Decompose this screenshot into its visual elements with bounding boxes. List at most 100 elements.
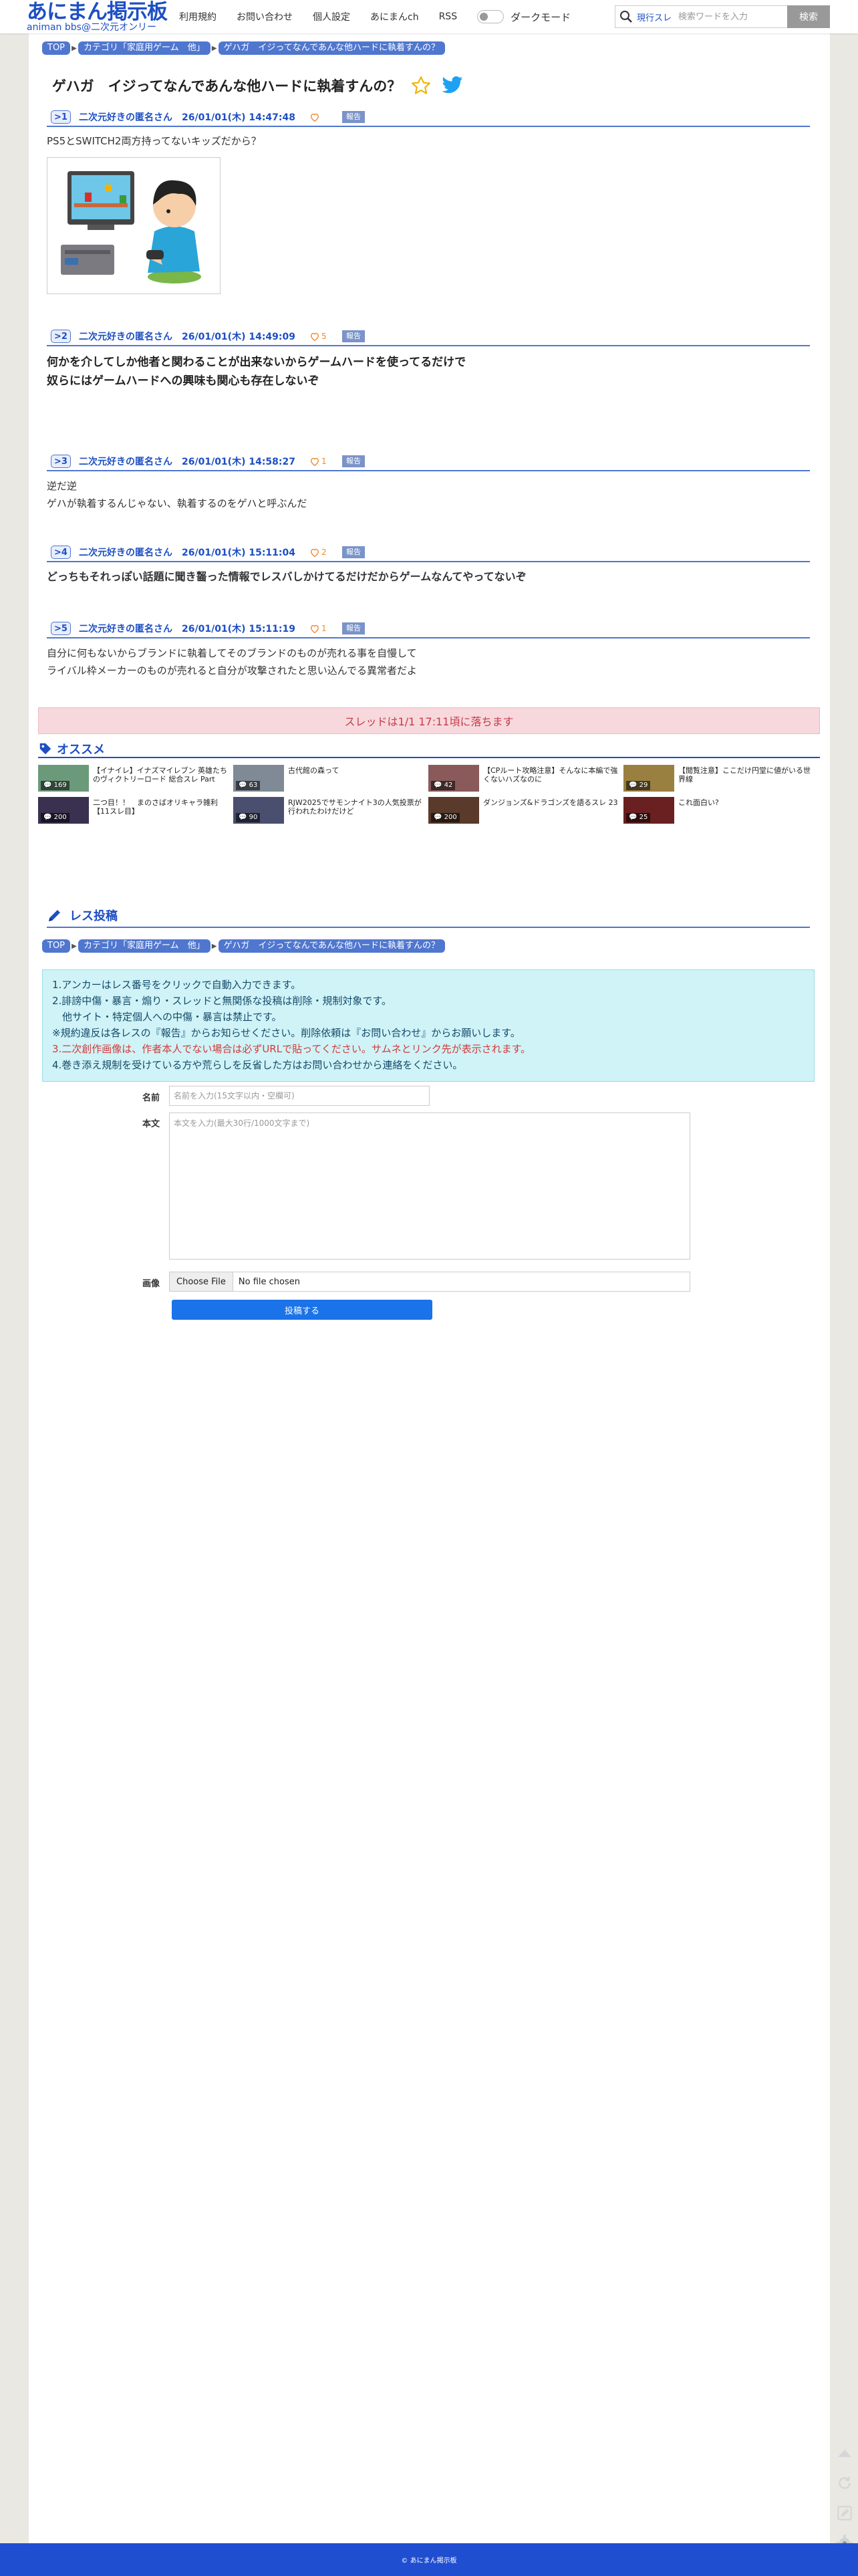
heart-icon bbox=[311, 457, 319, 466]
rule-line: 4.巻き添え規制を受けている方や荒らしを反省した方はお問い合わせから連絡をくださ… bbox=[52, 1059, 463, 1071]
reply-form-heading: レス投稿 bbox=[69, 909, 118, 923]
twitter-icon[interactable] bbox=[441, 76, 464, 95]
like-button[interactable]: 2 bbox=[310, 548, 335, 557]
report-button[interactable]: 報告 bbox=[342, 546, 365, 558]
like-button[interactable]: 1 bbox=[310, 624, 335, 633]
recommend-title: 【イナイレ】イナズマイレブン 英雄たちのヴィクトリーロード 総合スレ Part bbox=[93, 766, 228, 784]
poster-name: 二次元好きの匿名さん bbox=[79, 332, 172, 342]
recommend-title: 二つ目！！ まのさばオリキャラ雑利【11スレ目】 bbox=[93, 798, 218, 816]
report-button[interactable]: 報告 bbox=[342, 455, 365, 467]
breadcrumb-category[interactable]: カテゴリ「家庭用ゲーム 他」 bbox=[78, 939, 210, 953]
heart-icon bbox=[311, 624, 319, 633]
post-date: 26/01/01(木) 14:47:48 bbox=[182, 112, 295, 123]
recommend-title: 【閲覧注意】ここだけ円堂に値がいる世界線 bbox=[678, 766, 811, 784]
breadcrumb-top[interactable]: TOP bbox=[42, 41, 71, 55]
toggle-knob bbox=[480, 13, 488, 21]
body-label: 本文 bbox=[142, 1119, 160, 1129]
report-button[interactable]: 報告 bbox=[342, 622, 365, 634]
post-number[interactable]: >3 bbox=[51, 455, 71, 468]
edit-icon bbox=[837, 2506, 852, 2521]
post-number[interactable]: >2 bbox=[51, 330, 71, 343]
pencil-icon bbox=[49, 910, 60, 921]
post-header-5: >5 二次元好きの匿名さん 26/01/01(木) 15:11:19 1 報告 bbox=[47, 620, 810, 638]
rule-line: 1.アンカーはレス番号をクリックで自動入力できます。 bbox=[52, 979, 301, 991]
recommend-item[interactable]: 💬 63 古代館の森って bbox=[233, 765, 427, 792]
nav-rss[interactable]: RSS bbox=[439, 11, 458, 22]
recommend-thumbnail: 💬 169 bbox=[38, 765, 89, 792]
image-file-input[interactable]: Choose File No file chosen bbox=[169, 1272, 690, 1292]
heart-icon bbox=[311, 548, 319, 557]
name-label: 名前 bbox=[142, 1093, 160, 1103]
tag-icon bbox=[39, 743, 51, 755]
reply-count-badge: 💬 200 bbox=[431, 813, 460, 822]
reply-count-badge: 💬 200 bbox=[41, 813, 69, 822]
recommend-item[interactable]: 💬 42 【CPルート攻略注意】そんなに本編で強くないハズなのに bbox=[428, 765, 622, 792]
thread-expiry-notice: スレッドは1/1 17:11頃に落ちます bbox=[38, 707, 820, 734]
body-textarea[interactable] bbox=[169, 1113, 690, 1260]
post-body-1: PS5とSWITCH2両方持ってないキッズだから？ bbox=[47, 135, 261, 147]
like-button[interactable]: 5 bbox=[310, 332, 335, 341]
recommend-thumbnail: 💬 63 bbox=[233, 765, 284, 792]
like-button[interactable] bbox=[310, 113, 335, 122]
search-scope[interactable]: 現行スレ bbox=[637, 11, 672, 23]
scroll-top-button[interactable] bbox=[833, 2442, 856, 2464]
breadcrumb: TOP ▶ カテゴリ「家庭用ゲーム 他」 ▶ ゲハガ イジってなんであんな他ハー… bbox=[42, 41, 445, 55]
nav-terms[interactable]: 利用規約 bbox=[179, 10, 217, 23]
search-input[interactable] bbox=[677, 11, 780, 23]
post-number[interactable]: >4 bbox=[51, 546, 71, 559]
recommend-title: ダンジョンズ&ドラゴンズを語るスレ 23 bbox=[483, 798, 618, 807]
reload-button[interactable] bbox=[833, 2472, 856, 2494]
poster-name: 二次元好きの匿名さん bbox=[79, 548, 172, 558]
breadcrumb-thread[interactable]: ゲハガ イジってなんであんな他ハードに執着すんの？ bbox=[218, 939, 445, 953]
reply-count-badge: 💬 169 bbox=[41, 781, 69, 790]
search-box: 現行スレ bbox=[615, 5, 790, 28]
recommend-item[interactable]: 💬 169 【イナイレ】イナズマイレブン 英雄たちのヴィクトリーロード 総合スレ… bbox=[38, 765, 232, 792]
nav-animanch[interactable]: あにまんch bbox=[370, 10, 419, 23]
post-number[interactable]: >5 bbox=[51, 622, 71, 635]
rule-line: 他サイト・特定個人への中傷・暴言は禁止です。 bbox=[52, 1011, 282, 1023]
search-button[interactable]: 検索 bbox=[787, 5, 830, 28]
name-input[interactable] bbox=[169, 1086, 430, 1106]
nav-settings[interactable]: 個人設定 bbox=[313, 10, 350, 23]
submit-button[interactable]: 投稿する bbox=[172, 1300, 432, 1320]
like-count: 1 bbox=[321, 457, 327, 466]
rule-line: ※規約違反は各レスの『報告』からお知らせください。削除依頼は『お問い合わせ』から… bbox=[52, 1027, 521, 1039]
image-label: 画像 bbox=[142, 1279, 160, 1289]
like-button[interactable]: 1 bbox=[310, 457, 335, 466]
post-number[interactable]: >1 bbox=[51, 110, 71, 124]
file-status: No file chosen bbox=[238, 1276, 300, 1287]
breadcrumb-separator: ▶ bbox=[211, 44, 217, 52]
recommend-item[interactable]: 💬 200 二つ目！！ まのさばオリキャラ雑利【11スレ目】 bbox=[38, 797, 232, 824]
breadcrumb-category[interactable]: カテゴリ「家庭用ゲーム 他」 bbox=[78, 41, 210, 55]
post-date: 26/01/01(木) 15:11:04 bbox=[182, 548, 295, 558]
like-count: 5 bbox=[321, 332, 327, 341]
site-logo[interactable]: あにまん掲示板 animan bbs@二次元オンリー bbox=[27, 0, 168, 33]
recommend-item[interactable]: 💬 90 RJW2025でサモンナイト3の人気投票が行われたわけだけど bbox=[233, 797, 427, 824]
post-body-3: 逆だ逆 ゲハが執着するんじゃない、執着するのをゲハと呼ぶんだ bbox=[47, 480, 307, 509]
recommend-item[interactable]: 💬 200 ダンジョンズ&ドラゴンズを語るスレ 23 bbox=[428, 797, 622, 824]
like-count: 1 bbox=[321, 624, 327, 633]
main-container: TOP ▶ カテゴリ「家庭用ゲーム 他」 ▶ ゲハガ イジってなんであんな他ハー… bbox=[29, 33, 830, 2543]
compose-button[interactable] bbox=[833, 2502, 856, 2525]
nav-contact[interactable]: お問い合わせ bbox=[237, 10, 293, 23]
recommend-header: オススメ bbox=[38, 741, 820, 758]
posting-rules: 1.アンカーはレス番号をクリックで自動入力できます。 2.誹謗中傷・暴言・煽り・… bbox=[42, 969, 815, 1082]
poster-name: 二次元好きの匿名さん bbox=[79, 457, 172, 467]
breadcrumb-separator: ▶ bbox=[211, 942, 217, 950]
recommend-title: 【CPルート攻略注意】そんなに本編で強くないハズなのに bbox=[483, 766, 618, 784]
breadcrumb-thread[interactable]: ゲハガ イジってなんであんな他ハードに執着すんの？ bbox=[218, 41, 445, 55]
post-image-game-kid[interactable] bbox=[47, 157, 221, 294]
post-header-2: >2 二次元好きの匿名さん 26/01/01(木) 14:49:09 5 報告 bbox=[47, 328, 810, 346]
breadcrumb-top[interactable]: TOP bbox=[42, 939, 71, 953]
favorite-star-icon[interactable] bbox=[410, 75, 432, 96]
recommend-item[interactable]: 💬 25 これ面白い? bbox=[623, 797, 817, 824]
recommend-item[interactable]: 💬 29 【閲覧注意】ここだけ円堂に値がいる世界線 bbox=[623, 765, 817, 792]
report-button[interactable]: 報告 bbox=[342, 330, 365, 342]
report-button[interactable]: 報告 bbox=[342, 111, 365, 123]
dark-mode-toggle[interactable] bbox=[477, 10, 505, 23]
copyright: © あにまん掲示板 bbox=[401, 2557, 457, 2565]
choose-file-button[interactable]: Choose File bbox=[170, 1272, 233, 1291]
reply-count-badge: 💬 90 bbox=[236, 813, 261, 822]
arrow-up-icon bbox=[838, 2450, 851, 2457]
search-icon[interactable] bbox=[615, 6, 637, 27]
